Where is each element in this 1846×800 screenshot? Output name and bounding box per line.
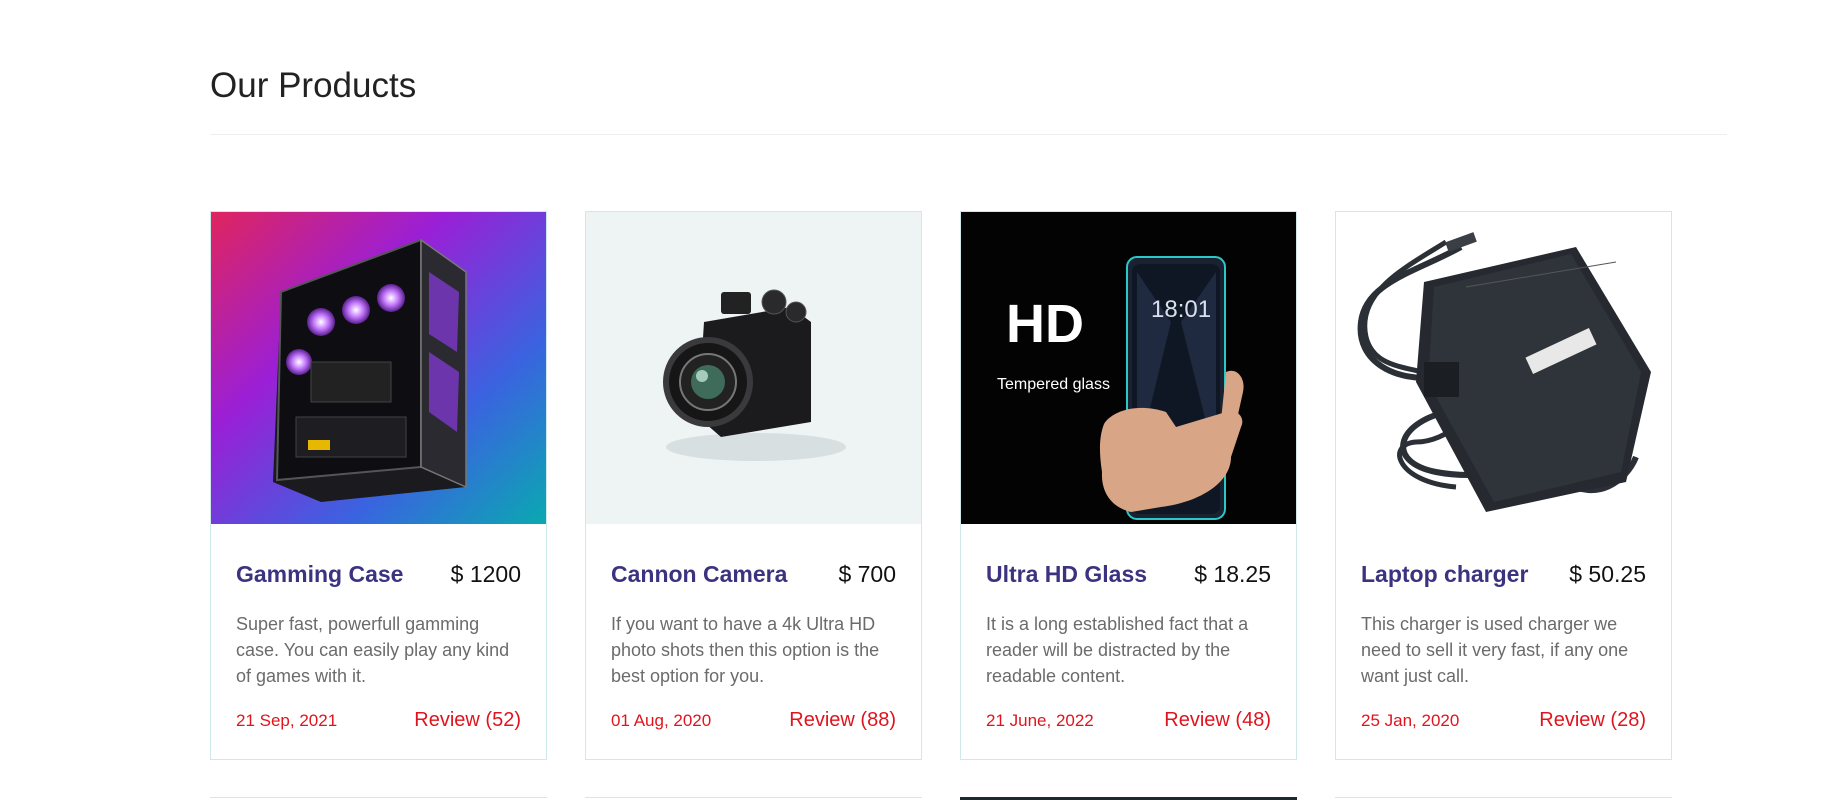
- product-price: $ 50.25: [1569, 561, 1646, 587]
- pc-case-image: [211, 212, 546, 524]
- product-date: 01 Aug, 2020: [611, 711, 712, 730]
- product-description: If you want to have a 4k Ultra HD photo …: [611, 614, 880, 686]
- product-card-laptop-charger[interactable]: Laptop charger $ 50.25 This charger is u…: [1335, 211, 1672, 760]
- product-date: 21 Sep, 2021: [236, 711, 338, 730]
- product-description: It is a long established fact that a rea…: [986, 614, 1249, 686]
- hd-image-text: HD: [1006, 294, 1084, 354]
- clock-image-text: 18:01: [1151, 296, 1211, 323]
- product-name[interactable]: Gamming Case: [236, 561, 403, 588]
- tempered-image-text: Tempered glass: [997, 376, 1110, 393]
- section-divider: [210, 134, 1727, 135]
- product-name[interactable]: Cannon Camera: [611, 561, 787, 588]
- product-card-ultra-hd-glass[interactable]: HD Tempered glass 18:01 Ultra HD Glass $…: [960, 211, 1297, 760]
- product-price: $ 700: [838, 561, 896, 587]
- product-price: $ 18.25: [1194, 561, 1271, 587]
- product-description: This charger is used charger we need to …: [1361, 614, 1629, 686]
- product-date: 25 Jan, 2020: [1361, 711, 1460, 730]
- laptop-charger-image: [1336, 212, 1671, 524]
- product-date: 21 June, 2022: [986, 711, 1094, 730]
- section-title: Our Products: [210, 66, 417, 105]
- product-name[interactable]: Ultra HD Glass: [986, 561, 1147, 588]
- screen-protector-image: HD Tempered glass 18:01: [961, 212, 1296, 524]
- product-price: $ 1200: [450, 561, 521, 587]
- review-link[interactable]: Review (48): [1164, 709, 1271, 732]
- product-name[interactable]: Laptop charger: [1361, 561, 1528, 588]
- review-link[interactable]: Review (28): [1539, 709, 1646, 732]
- review-link[interactable]: Review (88): [789, 709, 896, 732]
- product-card-gamming-case[interactable]: Gamming Case $ 1200 Super fast, powerful…: [210, 211, 547, 760]
- review-link[interactable]: Review (52): [414, 709, 521, 732]
- product-card-cannon-camera[interactable]: Cannon Camera $ 700 If you want to have …: [585, 211, 922, 760]
- product-description: Super fast, powerfull gamming case. You …: [236, 614, 510, 686]
- camera-image: [586, 212, 921, 524]
